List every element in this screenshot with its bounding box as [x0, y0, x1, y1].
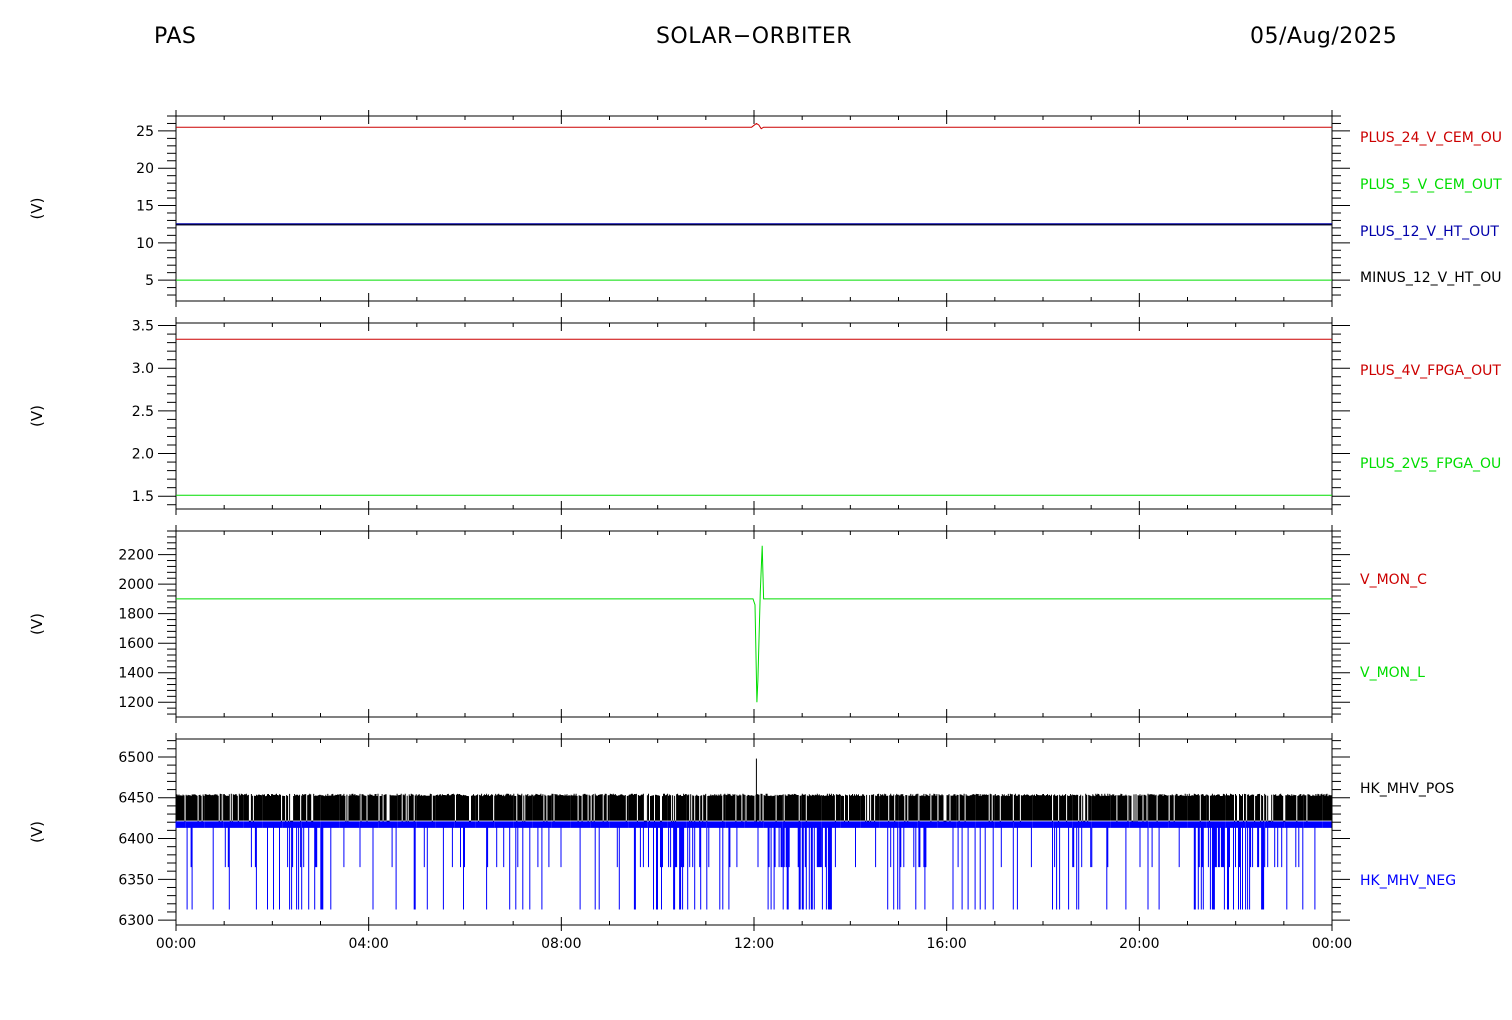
y-tick-label: 20 — [136, 161, 154, 177]
series-plus-24-v-cem-ou — [176, 122, 1332, 130]
legend-plus-12-v-ht-out: PLUS_12_V_HT_OUT — [1360, 224, 1499, 240]
y-tick-label: 6350 — [118, 872, 154, 888]
y-tick-label: 2.0 — [132, 447, 154, 463]
y-tick-label: 2000 — [118, 577, 154, 593]
panel-4: 6300 6350 6400 6450 6500 (V) HK_MHV_POS HK_MHV_… — [28, 733, 1456, 931]
y-tick-label: 25 — [136, 124, 154, 140]
y-tick-label: 6500 — [118, 750, 154, 766]
y-axis-label: (V) — [28, 821, 46, 843]
series-v-mon-l — [176, 545, 1332, 703]
y-tick-label: 15 — [136, 199, 154, 215]
x-tick-label: 08:00 — [541, 936, 581, 952]
plot-frame — [175, 322, 1333, 510]
y-tick-label: 3.0 — [132, 361, 154, 377]
legend-hk-mhv-neg: HK_MHV_NEG — [1360, 873, 1456, 889]
series-hk-mhv-pos — [175, 793, 1332, 823]
x-tick-label: 20:00 — [1119, 936, 1159, 952]
x-tick-label: 00:00 — [156, 936, 196, 952]
panel-3: 1200 1400 1600 1800 2000 2200 (V) V_MON_C V_MON_… — [28, 525, 1427, 723]
x-axis-labels: 00:00 04:00 08:00 12:00 16:00 20:00 00:00 — [156, 936, 1352, 952]
y-axis-label: (V) — [28, 613, 46, 635]
y-axis-label: (V) — [28, 198, 46, 220]
y-tick-label: 1800 — [118, 607, 154, 623]
legend-plus-24-v-cem-ou: PLUS_24_V_CEM_OU — [1360, 130, 1502, 146]
x-tick-label: 00:00 — [1312, 936, 1352, 952]
legend-hk-mhv-pos: HK_MHV_POS — [1360, 781, 1454, 797]
legend-minus-12-v-ht-ou: MINUS_12_V_HT_OU — [1360, 270, 1502, 286]
x-tick-label: 16:00 — [926, 936, 966, 952]
y-tick-label: 10 — [136, 236, 154, 252]
y-tick-label: 5 — [145, 273, 154, 289]
y-tick-label: 6450 — [118, 791, 154, 807]
y-tick-label: 1600 — [118, 636, 154, 652]
y-tick-label: 2.5 — [132, 404, 154, 420]
legend-plus-4v-fpga-out: PLUS_4V_FPGA_OUT — [1360, 363, 1501, 379]
x-tick-label: 04:00 — [348, 936, 388, 952]
legend-v-mon-l: V_MON_L — [1360, 665, 1425, 681]
y-tick-label: 1.5 — [132, 489, 154, 505]
legend-plus-5-v-cem-out: PLUS_5_V_CEM_OUT — [1360, 177, 1502, 193]
legend-plus-2v5-fpga-ou: PLUS_2V5_FPGA_OU — [1360, 456, 1501, 472]
legend-v-mon-c: V_MON_C — [1360, 572, 1427, 588]
panel-1: 5 10 15 20 25 (V) PLUS_24_V_CEM_OU PLUS_5_V_CEM… — [28, 110, 1502, 307]
plot-frame — [175, 530, 1333, 718]
x-tick-label: 12:00 — [734, 936, 774, 952]
series-hk-mhv-neg — [175, 821, 1332, 910]
plot-frame — [175, 115, 1333, 302]
y-tick-label: 2200 — [118, 548, 154, 564]
y-tick-label: 1200 — [118, 695, 154, 711]
y-tick-label: 1400 — [118, 666, 154, 682]
y-tick-label: 3.5 — [132, 319, 154, 335]
y-tick-label: 6300 — [118, 913, 154, 929]
panel-2: 1.5 2.0 2.5 3.0 3.5 (V) PLUS_4V_FPGA_OUT PLUS_2… — [28, 317, 1501, 515]
housekeeping-voltage-charts: 5 10 15 20 25 (V) PLUS_24_V_CEM_OU PLUS_5_V_CEM… — [28, 110, 1502, 952]
y-tick-label: 6400 — [118, 832, 154, 848]
y-axis-label: (V) — [28, 405, 46, 427]
